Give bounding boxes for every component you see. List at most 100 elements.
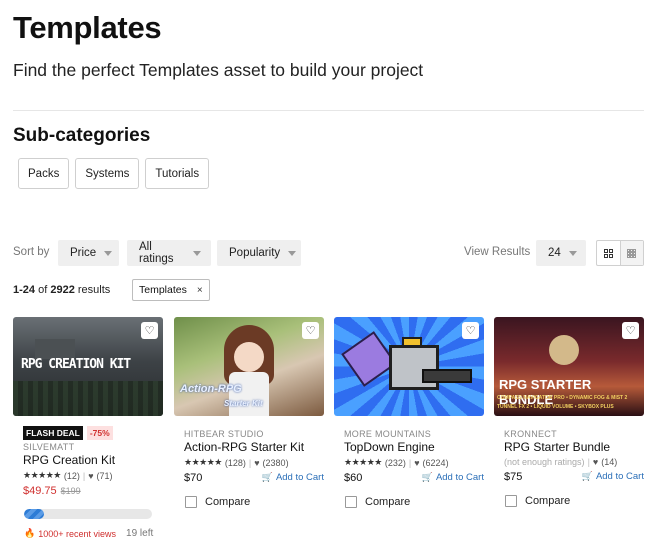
rating-row: ★★★★★ (128) | ♥ (2380) [184, 457, 289, 468]
product-card[interactable]: RPG STARTER BUNDLE COMPASS NAVIGATOR PRO… [494, 317, 644, 507]
add-to-cart-label: Add to Cart [435, 472, 484, 483]
product-card[interactable]: ♡ MORE MOUNTAINS TopDown Engine ★★★★★ (2… [334, 317, 484, 508]
favorites-count: (14) [601, 457, 618, 467]
page-title: Templates [13, 10, 162, 45]
rating-row: ★★★★★ (232) | ♥ (6224) [344, 457, 449, 468]
product-name[interactable]: RPG Starter Bundle [504, 440, 644, 454]
recent-views: 🔥 1000+ recent views [24, 528, 116, 539]
rating-row: ★★★★★ (12) | ♥ (71) [23, 470, 113, 481]
grid-large-icon [603, 248, 613, 258]
price-row: $60 🛒 Add to Cart [344, 472, 484, 484]
subcategories-heading: Sub-categories [13, 125, 151, 146]
active-filter-tag: Templates × [132, 279, 210, 301]
add-to-cart-button[interactable]: 🛒 Add to Cart [422, 472, 484, 483]
chevron-down-icon [193, 250, 201, 256]
heart-icon: ♥ [88, 470, 94, 481]
favorites-count: (2380) [262, 457, 289, 468]
publisher-name[interactable]: MORE MOUNTAINS [344, 429, 484, 439]
ratings-dropdown[interactable]: All ratings [127, 240, 211, 266]
price-row: $75 🛒 Add to Cart [504, 471, 644, 483]
rating-row: (not enough ratings) | ♥ (14) [504, 457, 618, 467]
results-of: of [38, 284, 48, 296]
stock-left: 19 left [126, 528, 154, 539]
compare-checkbox[interactable]: Compare [345, 496, 484, 508]
product-thumbnail[interactable]: RPG STARTER BUNDLE COMPASS NAVIGATOR PRO… [494, 317, 644, 416]
product-thumbnail[interactable]: ♡ [334, 317, 484, 416]
thumbnail-title: RPG STARTER BUNDLE [499, 377, 592, 407]
compare-label: Compare [525, 495, 571, 507]
results-count: 1-24 of 2922 results [13, 284, 110, 296]
thumbnail-subtitle: Starter Kit [224, 399, 263, 408]
compare-label: Compare [365, 496, 411, 508]
checkbox[interactable] [185, 496, 197, 508]
fire-icon: 🔥 [24, 528, 36, 538]
sort-label: Sort by [13, 246, 50, 258]
compare-checkbox[interactable]: Compare [185, 496, 324, 508]
heart-icon[interactable]: ♡ [622, 322, 639, 339]
chevron-down-icon [104, 250, 113, 256]
chevron-down-icon [568, 250, 577, 256]
checkbox[interactable] [505, 495, 517, 507]
price-dropdown-label: Price [70, 247, 97, 259]
popularity-dropdown[interactable]: Popularity [217, 240, 301, 266]
price-row: $70 🛒 Add to Cart [184, 472, 324, 484]
product-name[interactable]: Action-RPG Starter Kit [184, 440, 324, 454]
view-count-label: 24 [548, 247, 561, 259]
flash-deal-badge: FLASH DEAL [23, 426, 83, 440]
product-card[interactable]: Action-RPG Starter Kit ♡ HITBEAR STUDIO … [174, 317, 324, 508]
recent-views-label: 1000+ recent views [38, 528, 117, 539]
price: $60 [344, 472, 363, 484]
popularity-dropdown-label: Popularity [229, 247, 281, 259]
compare-label: Compare [205, 496, 251, 508]
cart-icon: 🛒 [581, 471, 593, 481]
deal-progress-fill [24, 509, 45, 519]
price-dropdown[interactable]: Price [58, 240, 119, 266]
price-row: $49.75 $199 [23, 485, 163, 497]
publisher-name[interactable]: KRONNECT [504, 429, 644, 439]
checkbox[interactable] [345, 496, 357, 508]
product-thumbnail[interactable]: Action-RPG Starter Kit ♡ [174, 317, 324, 416]
publisher-name[interactable]: SILVEMATT [23, 442, 163, 452]
cart-icon: 🛒 [261, 472, 273, 482]
product-card[interactable]: RPG CREATION KIT ♡ FLASH DEAL -75% SILVE… [13, 317, 163, 539]
thumbnail-title: RPG CREATION KIT [21, 357, 131, 372]
product-name[interactable]: TopDown Engine [344, 440, 484, 454]
heart-icon: ♥ [254, 457, 260, 468]
discount-badge: -75% [86, 426, 113, 440]
product-name[interactable]: RPG Creation Kit [23, 453, 163, 467]
large-grid-view-button[interactable] [597, 241, 620, 265]
subcategory-chip-systems[interactable]: Systems [75, 158, 140, 189]
view-toggle [596, 240, 644, 266]
view-results-label: View Results [464, 246, 531, 258]
heart-icon[interactable]: ♡ [141, 322, 158, 339]
cart-icon: 🛒 [421, 472, 433, 482]
subcategory-chip-packs[interactable]: Packs [18, 158, 70, 189]
results-suffix: results [77, 284, 111, 296]
favorites-count: (6224) [422, 457, 449, 468]
add-to-cart-button[interactable]: 🛒 Add to Cart [262, 472, 324, 483]
rating-count: (128) [224, 457, 246, 468]
subcategory-chip-tutorials[interactable]: Tutorials [145, 158, 210, 189]
add-to-cart-label: Add to Cart [595, 471, 644, 482]
heart-icon: ♥ [592, 457, 599, 467]
view-count-dropdown[interactable]: 24 [536, 240, 586, 266]
heart-icon: ♥ [414, 457, 420, 468]
favorites-count: (71) [96, 470, 113, 481]
thumbnail-subtitle: COMPASS NAVIGATOR PRO • DYNAMIC FOG & MI… [497, 395, 628, 401]
publisher-name[interactable]: HITBEAR STUDIO [184, 429, 324, 439]
star-rating-icon: ★★★★★ [344, 457, 382, 467]
heart-icon[interactable]: ♡ [302, 322, 319, 339]
rating-note: (not enough ratings) [504, 457, 585, 467]
results-total: 2922 [50, 284, 75, 296]
sale-price: $49.75 [23, 485, 57, 497]
compare-checkbox[interactable]: Compare [505, 495, 644, 507]
product-thumbnail[interactable]: RPG CREATION KIT ♡ [13, 317, 163, 416]
rating-count: (232) [384, 457, 406, 468]
thumbnail-title: Action-RPG [180, 383, 242, 395]
heart-icon[interactable]: ♡ [462, 322, 479, 339]
close-icon[interactable]: × [197, 285, 203, 296]
filter-tag-label: Templates [139, 284, 187, 296]
page-subtitle: Find the perfect Templates asset to buil… [13, 60, 424, 80]
small-grid-view-button[interactable] [619, 241, 643, 265]
add-to-cart-button[interactable]: 🛒 Add to Cart [582, 471, 644, 482]
